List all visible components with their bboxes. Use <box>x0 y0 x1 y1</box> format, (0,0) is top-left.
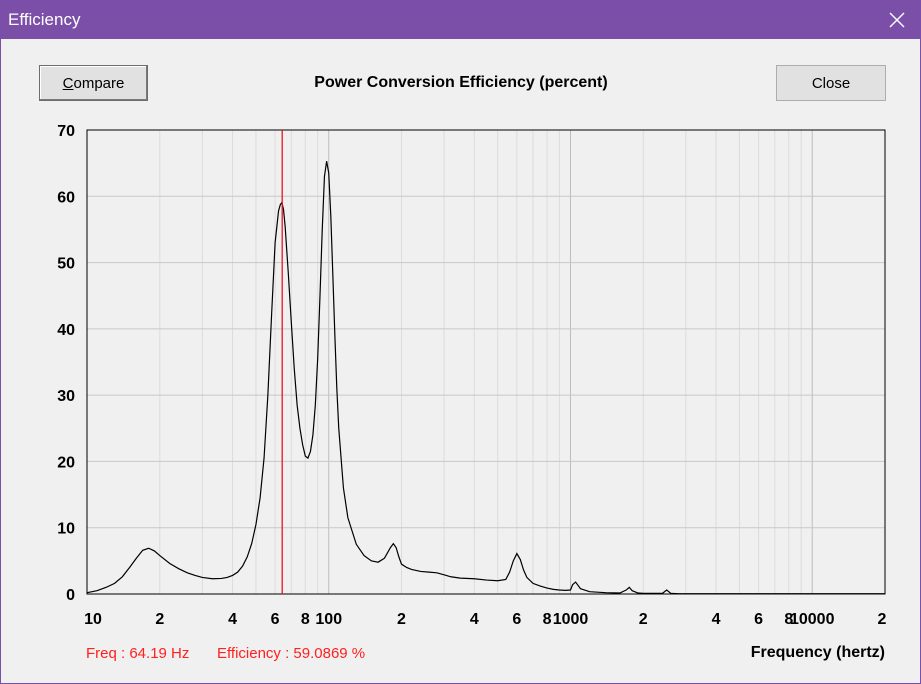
y-tick-label: 20 <box>57 454 75 471</box>
plot-grid <box>87 130 885 594</box>
x-tick-label: 6 <box>512 611 521 628</box>
x-tick-label: 4 <box>712 611 721 628</box>
x-tick-label: 2 <box>397 611 406 628</box>
x-tick-label: 8 <box>301 611 310 628</box>
x-tick-label: 10000 <box>790 611 835 628</box>
x-axis-label: Frequency (hertz) <box>750 644 885 661</box>
efficiency-line <box>86 161 885 595</box>
efficiency-readout: Efficiency : 59.0869 % <box>217 645 366 662</box>
y-tick-label: 0 <box>66 587 75 604</box>
x-tick-label: 1000 <box>553 611 589 628</box>
plot-area <box>86 129 886 595</box>
frequency-readout: Freq : 64.19 Hz <box>86 645 190 662</box>
x-axis-ticks: 10 2 4 6 8 100 2 4 6 8 1000 2 4 6 810000 2 <box>84 611 886 628</box>
x-tick-label: 2 <box>878 611 887 628</box>
x-tick-label: 6 <box>271 611 280 628</box>
y-tick-label: 50 <box>57 256 75 273</box>
x-tick-label: 4 <box>470 611 479 628</box>
y-axis-ticks: 0 10 20 30 40 50 60 70 <box>57 123 75 604</box>
x-tick-label: 6 <box>754 611 763 628</box>
efficiency-window: Efficiency Compare Power Conversion Effi… <box>0 0 921 684</box>
x-tick-label: 10 <box>84 611 102 628</box>
y-tick-label: 30 <box>57 388 75 405</box>
x-tick-label: 2 <box>155 611 164 628</box>
x-tick-label: 8 <box>543 611 552 628</box>
x-tick-label: 2 <box>639 611 648 628</box>
x-tick-label: 4 <box>228 611 237 628</box>
efficiency-plot[interactable]: 010203040506070 10 2 4 6 8 100 2 4 6 8 1000 2 4 6 8100… <box>1 1 920 683</box>
y-tick-label: 10 <box>57 521 75 538</box>
y-tick-label: 40 <box>57 322 75 339</box>
x-tick-label: 100 <box>315 611 342 628</box>
y-tick-label: 70 <box>57 123 75 140</box>
y-tick-label: 60 <box>57 189 75 206</box>
